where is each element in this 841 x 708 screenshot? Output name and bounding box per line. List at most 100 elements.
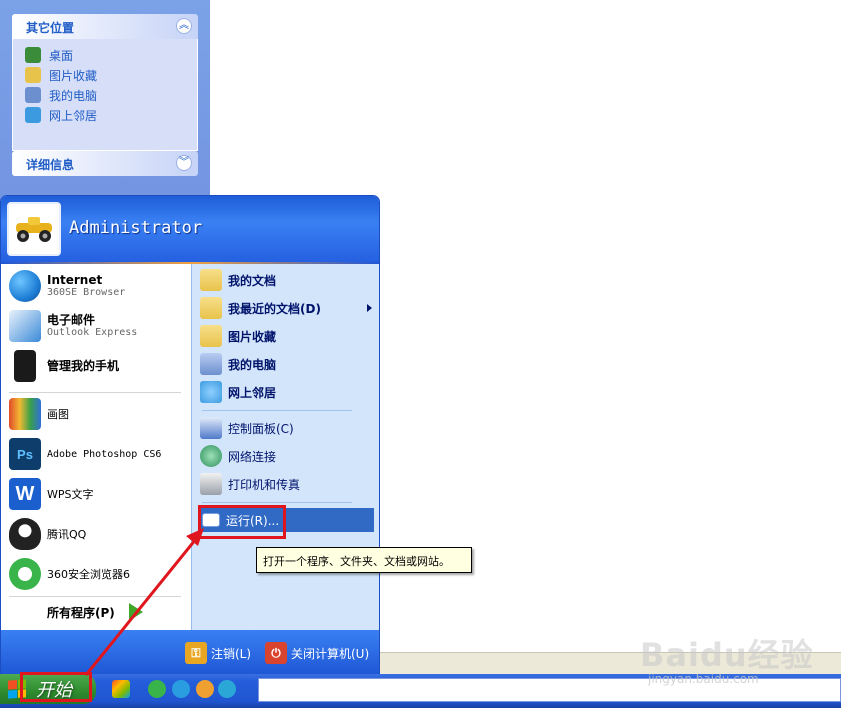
my-computer-icon [200,353,222,375]
program-title: 腾讯QQ [47,528,87,541]
qq-penguin-icon [9,518,41,550]
program-title: Internet [47,272,103,287]
details-header[interactable]: 详细信息 ︾ [12,151,198,176]
baidu-jingyan-watermark: Baidu经验 jingyan.baidu.com [640,630,814,686]
other-places-item-pictures[interactable]: 图片收藏 [25,65,197,85]
start-menu-places: 我的文档 我最近的文档(D) 图片收藏 我的电脑 网上邻居 控制面板(C) 网络… [191,264,379,630]
other-places-item-label: 图片收藏 [49,68,98,83]
all-programs-arrow-icon[interactable] [129,603,143,621]
other-places-title: 其它位置 [26,21,75,35]
network-places-icon [200,381,222,403]
run-separator [202,502,352,503]
program-qq[interactable]: 腾讯QQ [9,518,187,550]
other-places-item-label: 网上邻居 [49,108,98,123]
desktop-icon [25,47,41,63]
place-label: 我最近的文档(D) [228,301,321,316]
run-highlight-annotation [198,505,286,539]
my-documents-icon [200,269,222,291]
place-label: 网上邻居 [228,385,277,400]
logoff-label: 注销(L) [211,646,252,661]
details-panel: 详细信息 ︾ [12,151,198,176]
run-tooltip: 打开一个程序、文件夹、文档或网站。 [256,547,472,573]
place-label: 图片收藏 [228,329,277,344]
printer-icon [200,473,222,495]
quicklaunch-browser-icon[interactable] [218,680,236,698]
program-subtitle: 360SE Browser [47,286,126,298]
wps-writer-icon: W [9,478,41,510]
program-email[interactable]: 电子邮件 Outlook Express [9,310,187,342]
submenu-arrow-icon [367,304,372,312]
pinned-separator [9,392,181,393]
expand-chevron-icon[interactable]: ︾ [176,155,192,171]
360-browser-icon [9,558,41,590]
user-avatar[interactable] [7,202,61,256]
phone-icon [14,350,36,382]
shutdown-label: 关闭计算机(U) [291,646,370,661]
photoshop-icon: Ps [9,438,41,470]
place-label: 我的电脑 [228,357,277,372]
places-separator [202,410,352,411]
place-label: 网络连接 [228,449,277,464]
place-printers-faxes[interactable]: 打印机和传真 [200,472,376,496]
other-places-header[interactable]: 其它位置 ︽ [12,14,198,39]
place-label: 我的文档 [228,273,277,288]
other-places-panel: 其它位置 ︽ 桌面 图片收藏 我的电脑 网上邻居 [12,14,198,151]
program-title: 管理我的手机 [47,358,120,373]
quicklaunch-360-browser-icon[interactable] [148,680,166,698]
paint-icon [9,398,41,430]
user-name: Administrator [69,218,203,238]
place-my-computer[interactable]: 我的电脑 [200,352,376,376]
program-wps-writer[interactable]: W WPS文字 [9,478,187,510]
key-icon: ⚿ [185,642,207,664]
start-highlight-annotation [20,672,92,702]
all-programs-button[interactable]: 所有程序(P) [47,604,115,621]
program-360-browser[interactable]: 360安全浏览器6 [9,558,187,590]
place-recent-documents[interactable]: 我最近的文档(D) [200,296,376,320]
my-computer-icon [25,87,41,103]
place-label: 打印机和传真 [228,477,301,492]
quicklaunch-app-icon[interactable] [196,680,214,698]
control-panel-icon [200,417,222,439]
internet-globe-icon [9,270,41,302]
all-programs-separator [9,596,181,597]
power-icon: ⏻ [265,642,287,664]
program-internet[interactable]: Internet 360SE Browser [9,270,187,302]
program-photoshop[interactable]: Ps Adobe Photoshop CS6 [9,438,187,470]
quicklaunch-show-desktop-icon[interactable] [112,680,130,698]
race-car-avatar-icon [16,217,52,242]
network-icon [25,107,41,123]
start-menu-header: Administrator [1,196,379,262]
other-places-list: 桌面 图片收藏 我的电脑 网上邻居 [12,39,198,151]
place-my-documents[interactable]: 我的文档 [200,268,376,292]
other-places-item-label: 我的电脑 [49,88,98,103]
details-title: 详细信息 [26,158,75,172]
program-paint[interactable]: 画图 [9,398,187,430]
other-places-item-network[interactable]: 网上邻居 [25,105,197,125]
place-label: 控制面板(C) [228,421,294,436]
program-title: Adobe Photoshop CS6 [47,448,162,460]
email-icon [9,310,41,342]
program-title: 画图 [47,408,69,421]
quicklaunch-network-icon[interactable] [172,680,190,698]
place-network-places[interactable]: 网上邻居 [200,380,376,404]
place-control-panel[interactable]: 控制面板(C) [200,416,376,440]
place-my-pictures[interactable]: 图片收藏 [200,324,376,348]
collapse-chevron-icon[interactable]: ︽ [176,18,192,34]
shutdown-button[interactable]: ⏻ 关闭计算机(U) [265,642,369,664]
network-connections-icon [200,445,222,467]
other-places-item-desktop[interactable]: 桌面 [25,45,197,65]
my-pictures-icon [200,325,222,347]
program-phone-manager[interactable]: 管理我的手机 [9,350,187,382]
program-title: 电子邮件 [47,312,96,327]
start-menu-footer: ⚿ 注销(L) ⏻ 关闭计算机(U) [1,630,379,674]
recent-documents-icon [200,297,222,319]
other-places-item-label: 桌面 [49,48,74,63]
start-menu-programs: Internet 360SE Browser 电子邮件 Outlook Expr… [1,264,191,630]
place-network-connections[interactable]: 网络连接 [200,444,376,468]
logoff-button[interactable]: ⚿ 注销(L) [185,642,251,664]
program-title: 360安全浏览器6 [47,568,130,581]
other-places-item-my-computer[interactable]: 我的电脑 [25,85,197,105]
program-subtitle: Outlook Express [47,326,138,338]
program-title: WPS文字 [47,488,94,501]
pictures-folder-icon [25,67,41,83]
